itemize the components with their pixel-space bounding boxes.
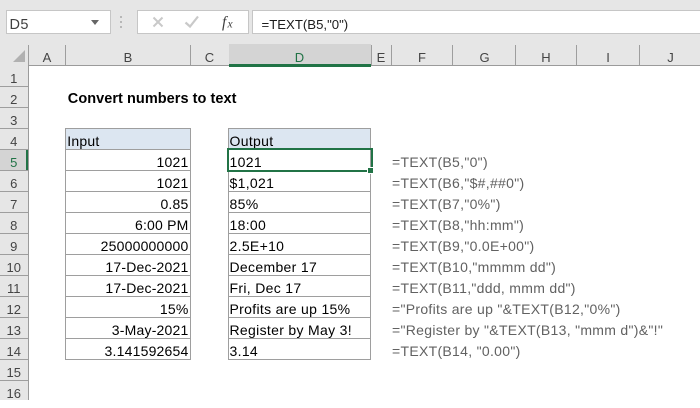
svg-text:x: x: [227, 19, 234, 31]
